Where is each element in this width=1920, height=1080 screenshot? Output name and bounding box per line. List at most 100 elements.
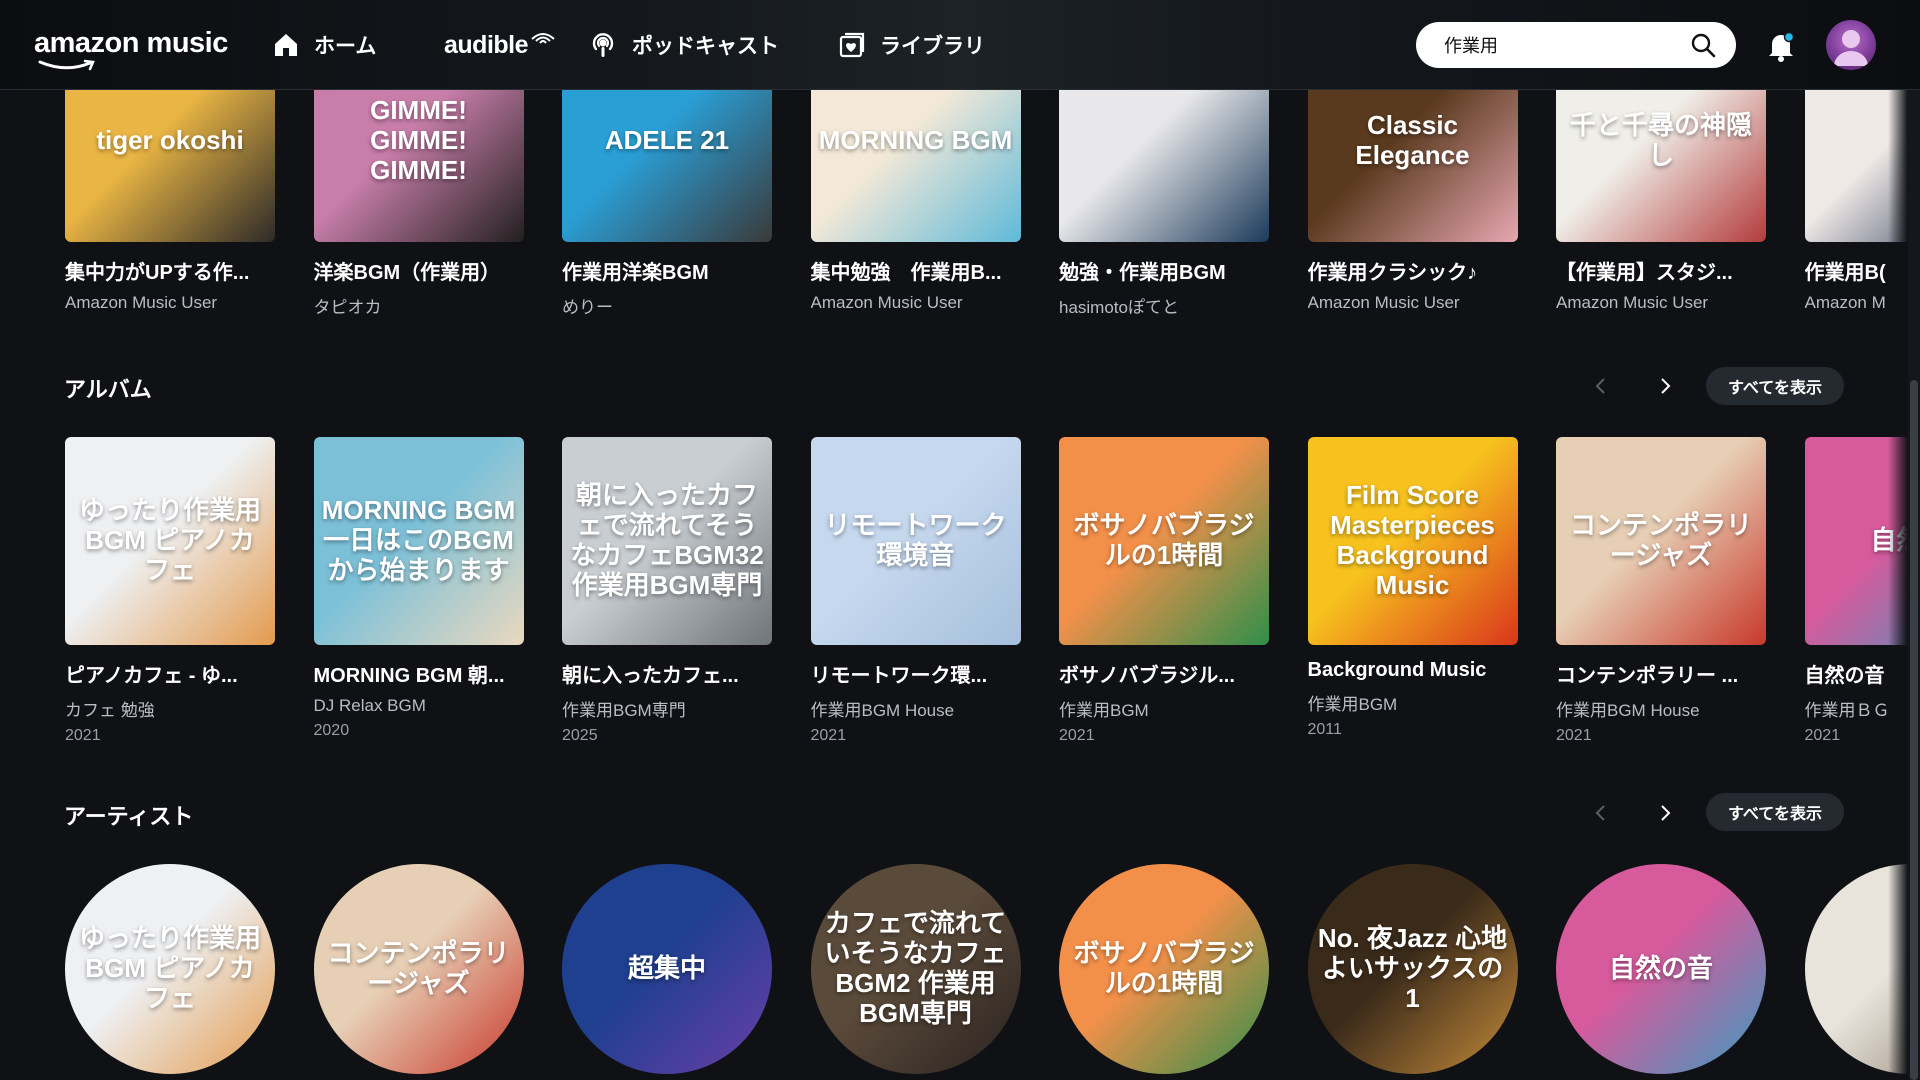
- nav-podcasts[interactable]: ポッドキャスト: [588, 26, 779, 64]
- nav-audible-label: audible: [444, 30, 529, 59]
- album-year: 2011: [1307, 721, 1342, 738]
- playlist-title[interactable]: 勉強・作業用BGM: [1059, 256, 1269, 285]
- artists-section-title: アーティスト: [64, 804, 194, 829]
- playlist-owner: Amazon Music User: [65, 293, 218, 312]
- artist-image[interactable]: コンテンポラリージャズ: [313, 864, 524, 1074]
- albums-prev-button[interactable]: [1585, 370, 1617, 402]
- artist-card[interactable]: 自然の音: [1556, 864, 1766, 1074]
- user-avatar[interactable]: [1826, 20, 1876, 70]
- art-text: 朝に入ったカフェで流れてそうなカフェBGM32 作業用BGM専門: [570, 480, 764, 600]
- artist-card[interactable]: 超集中: [562, 864, 772, 1074]
- art-text: カフェで流れていそうなカフェBGM2 作業用BGM専門: [824, 908, 1007, 1028]
- album-card[interactable]: ボサノバブラジルの1時間ボサノバブラジル... 作業用BGM 2021: [1059, 437, 1269, 745]
- art-text: ボサノバブラジルの1時間: [1073, 510, 1255, 570]
- podcast-icon: [592, 33, 614, 57]
- album-title[interactable]: ピアノカフェ - ゆ...: [65, 659, 275, 688]
- album-art-image[interactable]: Film Score Masterpieces Background Music: [1307, 437, 1518, 645]
- search-icon: [1691, 33, 1716, 58]
- artist-card[interactable]: コンテンポラリージャズ: [313, 864, 524, 1074]
- chevron-right-icon: [1661, 378, 1671, 394]
- playlist-owner: Amazon Music User: [1556, 293, 1709, 312]
- nav-home[interactable]: ホーム: [272, 26, 376, 64]
- album-art-image[interactable]: 朝に入ったカフェで流れてそうなカフェBGM32 作業用BGM専門: [562, 437, 772, 645]
- search-input[interactable]: [1444, 34, 1688, 56]
- artist-image[interactable]: 超集中: [562, 864, 772, 1074]
- artist-card[interactable]: ボサノバブラジルの1時間: [1059, 864, 1269, 1074]
- albums-section-title: アルバム: [64, 377, 152, 402]
- album-artist[interactable]: DJ Relax BGM: [314, 696, 524, 716]
- album-artist[interactable]: 作業用BGM: [1059, 696, 1269, 721]
- album-card[interactable]: リモートワーク環境音リモートワーク環... 作業用BGM House 2021: [810, 437, 1021, 745]
- album-title[interactable]: コンテンポラリー ...: [1556, 659, 1766, 688]
- album-year: 2021: [810, 727, 847, 744]
- audible-icon: [531, 33, 555, 44]
- playlist-owner: hasimotoぽてと: [1059, 298, 1179, 317]
- art-text: コンテンポラリージャズ: [327, 938, 510, 998]
- artist-image[interactable]: No. 夜Jazz 心地よいサックスの1: [1307, 864, 1518, 1074]
- artists-next-button[interactable]: [1649, 797, 1681, 829]
- album-title[interactable]: リモートワーク環...: [811, 659, 1021, 688]
- nav-audible[interactable]: audible: [444, 26, 556, 64]
- playlist-owner: Amazon Music User: [810, 293, 963, 312]
- artist-image[interactable]: 自然の音: [1556, 864, 1766, 1074]
- albums-next-button[interactable]: [1649, 370, 1681, 402]
- album-title[interactable]: MORNING BGM 朝...: [314, 659, 524, 688]
- chevron-left-icon: [1595, 805, 1605, 821]
- album-card[interactable]: 朝に入ったカフェで流れてそうなカフェBGM32 作業用BGM専門朝に入ったカフェ…: [562, 437, 772, 745]
- albums-show-all-button[interactable]: すべてを表示: [1706, 367, 1844, 405]
- artist-image[interactable]: ゆったり作業用BGM ピアノカフェ: [65, 864, 275, 1074]
- album-card[interactable]: Film Score Masterpieces Background Music…: [1307, 437, 1518, 739]
- art-text: ボサノバブラジルの1時間: [1073, 938, 1255, 998]
- nav-library-label: ライブラリ: [880, 35, 985, 58]
- art-text: MORNING BGM 一日はこのBGMから始まります: [321, 495, 516, 585]
- album-art-image[interactable]: ボサノバブラジルの1時間: [1059, 437, 1269, 645]
- playlist-title[interactable]: 作業用洋楽BGM: [562, 256, 772, 285]
- album-card[interactable]: コンテンポラリージャズコンテンポラリー ... 作業用BGM House 2021: [1556, 437, 1766, 745]
- album-artist[interactable]: 作業用BGM: [1308, 690, 1518, 715]
- album-artist[interactable]: 作業用BGM専門: [562, 696, 772, 721]
- album-year: 2021: [1556, 727, 1592, 744]
- search-button[interactable]: [1688, 30, 1718, 60]
- scrollbar-thumb[interactable]: [1910, 380, 1918, 1080]
- album-art-image[interactable]: リモートワーク環境音: [810, 437, 1021, 645]
- search-box: [1416, 22, 1736, 68]
- album-year: 2021: [1059, 727, 1095, 744]
- album-artist[interactable]: カフェ 勉強: [65, 696, 275, 721]
- artist-image[interactable]: カフェで流れていそうなカフェBGM2 作業用BGM専門: [810, 864, 1021, 1074]
- art-text: 超集中: [627, 953, 706, 984]
- playlist-title[interactable]: 集中力がUPする作...: [65, 256, 275, 285]
- album-year: 2021: [65, 727, 101, 744]
- art-text: Film Score Masterpieces Background Music: [1330, 480, 1495, 600]
- album-art-image[interactable]: ゆったり作業用BGM ピアノカフェ: [65, 437, 275, 645]
- playlist-title[interactable]: 洋楽BGM（作業用）: [314, 256, 524, 285]
- album-title[interactable]: 朝に入ったカフェ...: [562, 659, 772, 688]
- artist-card[interactable]: ゆったり作業用BGM ピアノカフェ: [65, 864, 275, 1074]
- chevron-left-icon: [1595, 378, 1605, 394]
- artists-show-all-button[interactable]: すべてを表示: [1706, 793, 1844, 831]
- album-card[interactable]: ゆったり作業用BGM ピアノカフェピアノカフェ - ゆ... カフェ 勉強 2021: [65, 437, 275, 745]
- album-title[interactable]: ボサノバブラジル...: [1059, 659, 1269, 688]
- art-text: リモートワーク環境音: [824, 510, 1007, 570]
- top-navigation-bar: amazon music ホーム audible ポッドキャスト ライブラリ 作…: [0, 0, 1920, 90]
- nav-home-label: ホーム: [314, 35, 377, 58]
- playlist-title[interactable]: 【作業用】スタジ...: [1556, 256, 1766, 285]
- album-art-image[interactable]: コンテンポラリージャズ: [1556, 437, 1766, 645]
- artist-card[interactable]: カフェで流れていそうなカフェBGM2 作業用BGM専門: [810, 864, 1021, 1074]
- art-text: コンテンポラリージャズ: [1569, 510, 1752, 570]
- playlist-owner: めりー: [562, 298, 613, 317]
- album-card[interactable]: MORNING BGM 一日はこのBGMから始まります MORNING BGM 朝…: [313, 437, 524, 740]
- album-artist[interactable]: 作業用BGM House: [1556, 696, 1766, 721]
- nav-library[interactable]: ライブラリ: [838, 26, 985, 64]
- album-artist[interactable]: 作業用BGM House: [811, 696, 1021, 721]
- amazon-music-logo[interactable]: amazon music: [34, 26, 228, 71]
- art-text: GIMME! GIMME! GIMME!: [370, 95, 467, 185]
- artist-card[interactable]: No. 夜Jazz 心地よいサックスの1: [1307, 864, 1518, 1074]
- notifications-button[interactable]: [1766, 30, 1796, 62]
- art-text: No. 夜Jazz 心地よいサックスの1: [1317, 923, 1508, 1013]
- playlist-title[interactable]: 作業用クラシック♪: [1308, 256, 1518, 285]
- artists-prev-button[interactable]: [1585, 797, 1617, 829]
- playlist-title[interactable]: 集中勉強 作業用B...: [811, 256, 1021, 285]
- artist-image[interactable]: ボサノバブラジルの1時間: [1059, 864, 1269, 1074]
- album-art-image[interactable]: MORNING BGM 一日はこのBGMから始まります: [313, 437, 524, 645]
- album-title[interactable]: Background Music: [1308, 659, 1518, 682]
